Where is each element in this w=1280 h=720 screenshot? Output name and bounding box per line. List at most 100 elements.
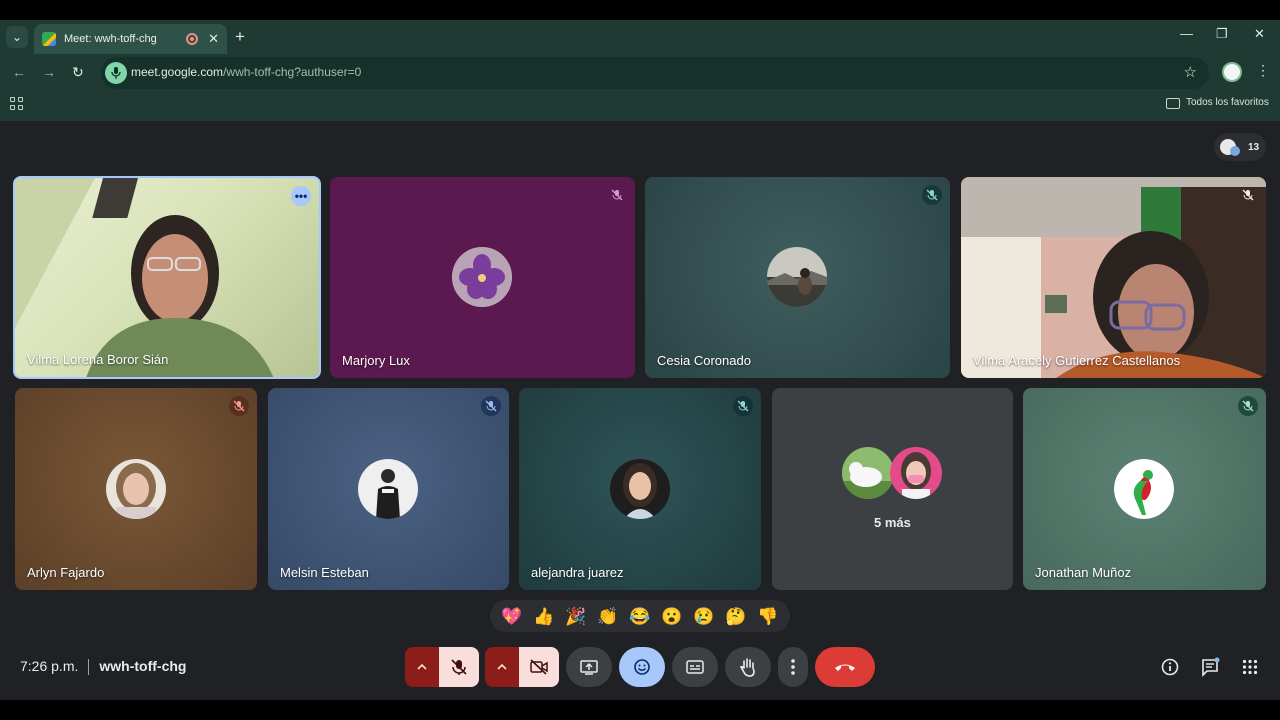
active-tab[interactable]: Meet: wwh-toff-chg ✕	[34, 24, 227, 54]
video-feed	[961, 177, 1266, 378]
vertical-dots-icon	[791, 659, 795, 675]
captions-icon	[686, 660, 704, 674]
participant-tile[interactable]: Arlyn Fajardo	[15, 388, 257, 590]
avatar	[1114, 459, 1174, 519]
more-options-menu-button[interactable]	[778, 647, 808, 687]
browser-chrome: ⌄ Meet: wwh-toff-chg ✕ + — ❐ ✕ ← → ↻ mee…	[0, 20, 1280, 121]
info-icon	[1161, 658, 1179, 676]
avatar	[106, 459, 166, 519]
leave-call-button[interactable]	[815, 647, 875, 687]
tab-title: Meet: wwh-toff-chg	[64, 33, 157, 45]
new-tab-button[interactable]: +	[235, 27, 245, 47]
os-top-bar	[0, 0, 1280, 20]
toggle-mic-button[interactable]	[439, 647, 479, 687]
avatar	[767, 247, 827, 307]
avatar	[358, 459, 418, 519]
url-text: meet.google.com/wwh-toff-chg?authuser=0	[131, 65, 361, 79]
participant-tile[interactable]: Jonathan Muñoz	[1023, 388, 1266, 590]
bookmarks-bar: Todos los favoritos	[0, 92, 1280, 121]
tab-list-button[interactable]: ⌄	[6, 26, 28, 48]
reaction-thumbs-down[interactable]: 👎	[757, 608, 778, 625]
chevron-up-icon	[497, 663, 507, 670]
mic-options-button[interactable]	[405, 647, 439, 687]
camera-off-icon	[530, 659, 548, 675]
participant-tile[interactable]: alejandra juarez	[519, 388, 761, 590]
present-screen-button[interactable]	[566, 647, 612, 687]
reaction-party[interactable]: 🎉	[565, 608, 586, 625]
more-participants-tile[interactable]: 5 más	[772, 388, 1013, 590]
os-bottom-bar	[0, 700, 1280, 720]
avatar	[842, 447, 894, 499]
participant-tile[interactable]: Marjory Lux	[330, 177, 635, 378]
reactions-bar: 💖 👍 🎉 👏 😂 😮 😢 🤔 👎	[490, 600, 790, 632]
profile-avatar[interactable]	[1222, 62, 1242, 82]
forward-button[interactable]: →	[42, 64, 56, 80]
close-window-button[interactable]: ✕	[1254, 26, 1265, 42]
folder-icon	[1166, 98, 1180, 109]
address-bar[interactable]: meet.google.com/wwh-toff-chg?authuser=0 …	[101, 57, 1209, 89]
minimize-button[interactable]: —	[1180, 26, 1193, 41]
reaction-clap[interactable]: 👏	[597, 608, 618, 625]
participant-name: Vilma Aracely Gutierrez Castellanos	[973, 353, 1181, 368]
muted-mic-icon	[733, 396, 753, 416]
participant-tile[interactable]: ••• Vilma Lorena Boror Sián	[13, 176, 321, 379]
mic-in-use-icon[interactable]	[105, 62, 127, 84]
muted-mic-icon	[1238, 185, 1258, 205]
hang-up-icon	[835, 664, 855, 671]
raise-hand-button[interactable]	[725, 647, 771, 687]
captions-button[interactable]	[672, 647, 718, 687]
all-bookmarks-link[interactable]: Todos los favoritos	[1186, 97, 1269, 108]
participant-name: Arlyn Fajardo	[27, 565, 105, 580]
participants-button[interactable]: 13	[1214, 133, 1266, 161]
close-tab-icon[interactable]: ✕	[208, 31, 219, 47]
browser-menu-icon[interactable]: ⋮	[1256, 62, 1270, 79]
participant-name: Jonathan Muñoz	[1035, 565, 1132, 580]
avatar	[890, 447, 942, 499]
participant-name: alejandra juarez	[531, 565, 624, 580]
muted-mic-icon	[229, 396, 249, 416]
reaction-thinking[interactable]: 🤔	[725, 608, 746, 625]
tab-strip: ⌄ Meet: wwh-toff-chg ✕ + — ❐ ✕	[0, 20, 1280, 54]
video-feed	[15, 178, 274, 377]
apps-grid-icon[interactable]	[10, 97, 23, 110]
meeting-details-button[interactable]	[1159, 656, 1181, 678]
participant-name: Cesia Coronado	[657, 353, 751, 368]
chat-icon	[1202, 657, 1220, 677]
emoji-icon	[634, 659, 650, 675]
reaction-surprised[interactable]: 😮	[661, 608, 682, 625]
muted-mic-icon	[481, 396, 501, 416]
reactions-button[interactable]	[619, 647, 665, 687]
address-row: ← → ↻ meet.google.com/wwh-toff-chg?authu…	[0, 54, 1280, 92]
chevron-up-icon	[417, 663, 427, 670]
camera-options-button[interactable]	[485, 647, 519, 687]
present-icon	[580, 660, 598, 675]
muted-mic-icon	[1238, 396, 1258, 416]
reload-button[interactable]: ↻	[72, 64, 84, 81]
bookmark-star-icon[interactable]: ☆	[1184, 63, 1197, 81]
participant-tile[interactable]: Cesia Coronado	[645, 177, 950, 378]
avatar	[452, 247, 512, 307]
participant-avatar-icon	[1230, 146, 1240, 156]
reaction-heart[interactable]: 💖	[501, 608, 522, 625]
participant-tile[interactable]: Vilma Aracely Gutierrez Castellanos	[961, 177, 1266, 378]
call-controls	[0, 647, 1280, 687]
more-options-button[interactable]: •••	[291, 186, 311, 206]
toggle-camera-button[interactable]	[519, 647, 559, 687]
reaction-sad[interactable]: 😢	[693, 608, 714, 625]
reaction-thumbs-up[interactable]: 👍	[533, 608, 554, 625]
participant-tile[interactable]: Melsin Esteban	[268, 388, 509, 590]
hand-icon	[740, 658, 755, 677]
url-host: meet.google.com	[131, 65, 224, 79]
muted-mic-icon	[922, 185, 942, 205]
activities-button[interactable]	[1239, 656, 1261, 678]
back-button[interactable]: ←	[12, 64, 26, 80]
restore-button[interactable]: ❐	[1216, 26, 1228, 42]
chat-button[interactable]	[1199, 656, 1221, 678]
apps-grid-icon	[1242, 659, 1258, 675]
more-participants-label: 5 más	[874, 515, 911, 530]
avatar	[610, 459, 670, 519]
url-path: /wwh-toff-chg?authuser=0	[223, 65, 362, 79]
meet-stage: 13 ••• Vilma Lorena Boror Sián Marjory L…	[0, 121, 1280, 700]
reaction-laugh[interactable]: 😂	[629, 608, 650, 625]
muted-mic-icon	[607, 185, 627, 205]
